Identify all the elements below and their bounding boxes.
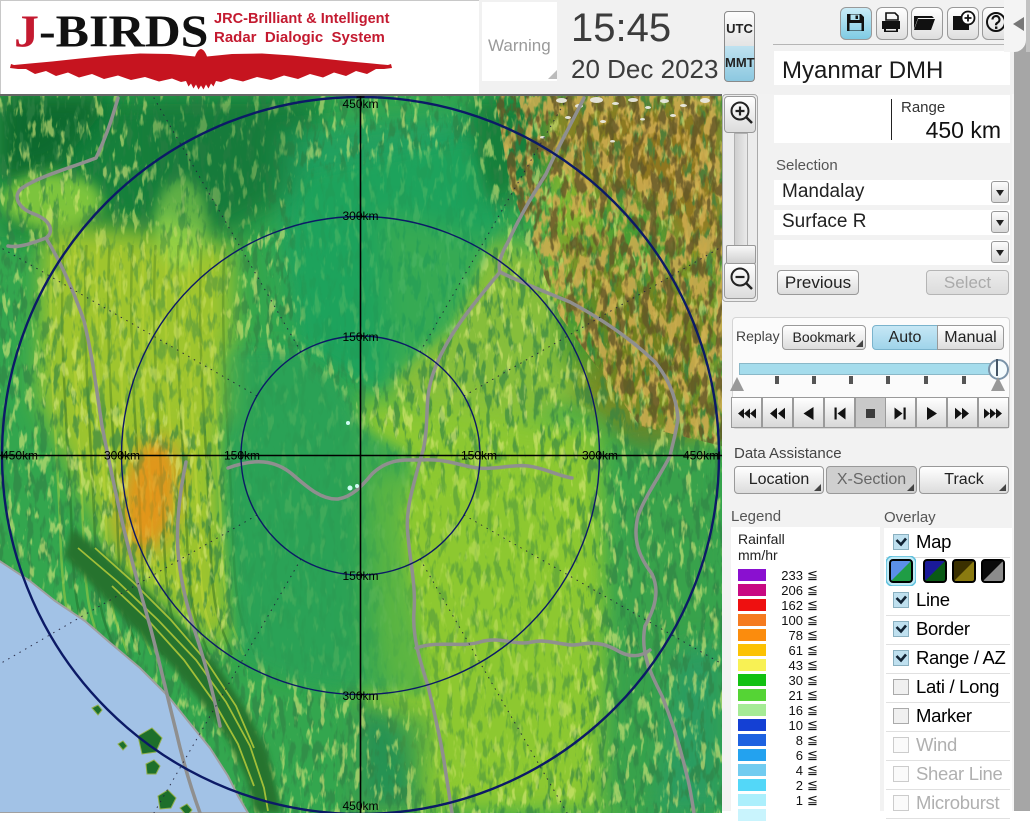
svg-text:150km: 150km xyxy=(342,569,378,583)
svg-text:150km: 150km xyxy=(342,330,378,344)
svg-text:150km: 150km xyxy=(224,449,260,463)
svg-text:450km: 450km xyxy=(683,449,719,463)
svg-text:450km: 450km xyxy=(342,97,378,111)
svg-text:150km: 150km xyxy=(461,449,497,463)
svg-text:300km: 300km xyxy=(582,449,618,463)
svg-text:300km: 300km xyxy=(342,209,378,223)
svg-text:300km: 300km xyxy=(342,689,378,703)
svg-text:450km: 450km xyxy=(2,449,38,463)
svg-text:300km: 300km xyxy=(104,449,140,463)
